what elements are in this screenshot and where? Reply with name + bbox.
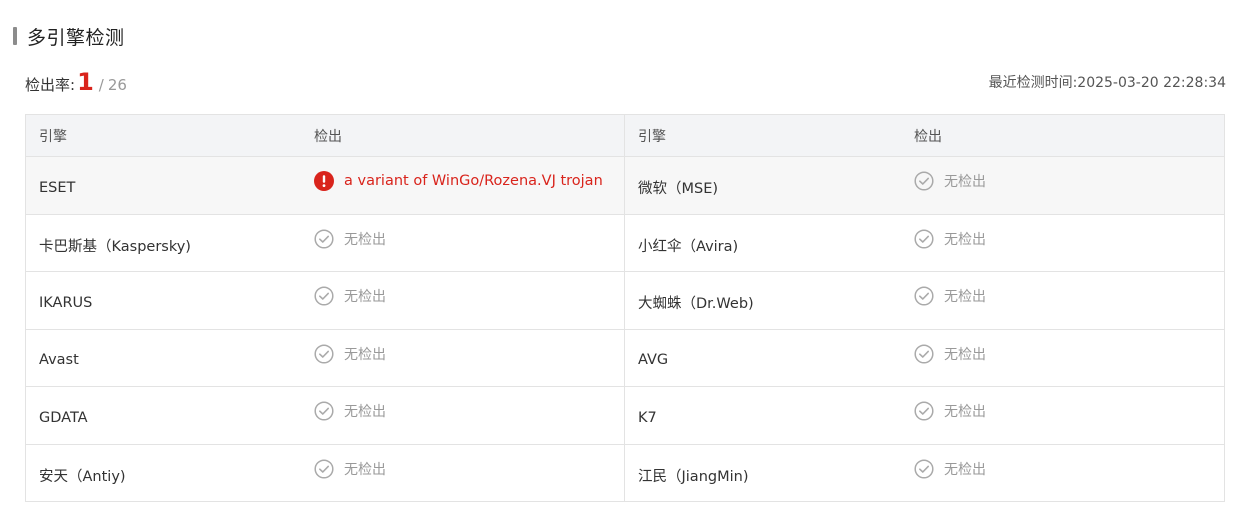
engine-result-cell: 无检出 <box>900 330 1224 387</box>
detection-result: 无检出 <box>914 229 986 249</box>
detection-result: 无检出 <box>914 171 986 191</box>
detection-rate-label: 检出率: <box>25 76 76 94</box>
no-detection-label: 无检出 <box>344 346 386 363</box>
check-circle-icon <box>314 286 334 306</box>
detection-rate: 检出率: 1 / 26 <box>25 68 127 100</box>
rate-separator: / <box>98 76 104 94</box>
check-circle-icon <box>314 401 334 421</box>
check-circle-icon <box>914 171 934 191</box>
detected-count: 1 <box>77 68 94 96</box>
no-detection-label: 无检出 <box>944 289 986 306</box>
engine-result-cell: 无检出 <box>900 387 1224 444</box>
check-circle-icon <box>314 459 334 479</box>
no-detection-label: 无检出 <box>944 174 986 191</box>
table-row: 卡巴斯基（Kaspersky) 无检出 小红伞（Avira) 无检出 <box>26 213 1224 272</box>
engine-result-cell: 无检出 <box>300 272 625 329</box>
engine-name: 安天（Antiy) <box>39 468 126 485</box>
check-circle-icon <box>914 401 934 421</box>
engine-result-cell: 无检出 <box>300 387 625 444</box>
alert-circle-icon <box>314 171 334 192</box>
engine-name: 微软（MSE) <box>638 181 719 198</box>
table-header-row: 引擎 检出 引擎 检出 <box>26 115 1224 156</box>
header-engine-right: 引擎 <box>638 128 666 145</box>
no-detection-label: 无检出 <box>344 404 386 421</box>
engine-name: ESET <box>39 179 76 196</box>
engine-result-cell: a variant of WinGo/Rozena.VJ trojan <box>300 157 625 214</box>
detection-result: 无检出 <box>314 286 386 306</box>
title-accent-bar <box>13 27 17 45</box>
detection-name: a variant of WinGo/Rozena.VJ trojan <box>344 173 603 190</box>
header-engine-left: 引擎 <box>39 128 67 145</box>
engine-result-cell: 无检出 <box>300 329 625 386</box>
engine-result-cell: 无检出 <box>900 272 1224 329</box>
header-result-left: 检出 <box>300 115 625 156</box>
engine-name: Avast <box>39 352 79 369</box>
check-circle-icon <box>914 286 934 306</box>
engine-name: 江民（JiangMin) <box>638 468 749 485</box>
check-circle-icon <box>914 459 934 479</box>
table-row: Avast 无检出 AVG 无检出 <box>26 328 1224 387</box>
header-result-right: 检出 <box>914 128 942 145</box>
table-row: GDATA 无检出 K7 无检出 <box>26 386 1224 444</box>
engine-name: 卡巴斯基（Kaspersky) <box>39 238 191 255</box>
page-title: 多引擎检测 <box>27 26 125 49</box>
engine-results-table: 引擎 检出 引擎 检出 ESET a variant of WinGo/Rozen… <box>25 114 1225 502</box>
engine-name: IKARUS <box>39 294 93 311</box>
engine-name: 大蜘蛛（Dr.Web) <box>638 296 754 313</box>
detection-result: 无检出 <box>914 344 986 364</box>
table-row: 安天（Antiy) 无检出 江民（JiangMin) 无检出 <box>26 443 1224 502</box>
engine-result-cell: 无检出 <box>300 444 625 501</box>
last-scan-label: 最近检测时间: <box>988 75 1078 91</box>
no-detection-label: 无检出 <box>944 346 986 363</box>
detection-result: 无检出 <box>314 459 386 479</box>
no-detection-label: 无检出 <box>344 231 386 248</box>
last-scan-time: 最近检测时间:2025-03-20 22:28:34 <box>989 72 1226 92</box>
no-detection-label: 无检出 <box>944 461 986 478</box>
detection-result: 无检出 <box>914 286 986 306</box>
detection-result: 无检出 <box>914 459 986 479</box>
engine-result-cell: 无检出 <box>300 214 625 271</box>
table-row: ESET a variant of WinGo/Rozena.VJ trojan 微… <box>26 156 1224 214</box>
detection-result: 无检出 <box>314 229 386 249</box>
engine-result-cell: 无检出 <box>900 157 1224 214</box>
engine-name: AVG <box>638 352 669 369</box>
no-detection-label: 无检出 <box>344 289 386 306</box>
check-circle-icon <box>914 229 934 249</box>
last-scan-value: 2025-03-20 22:28:34 <box>1077 75 1226 91</box>
check-circle-icon <box>314 229 334 249</box>
engine-name: GDATA <box>39 409 88 426</box>
check-circle-icon <box>314 344 334 364</box>
detection-result: 无检出 <box>914 401 986 421</box>
engine-result-cell: 无检出 <box>900 445 1224 502</box>
section-title: 多引擎检测 <box>13 24 125 49</box>
detection-result: 无检出 <box>314 344 386 364</box>
check-circle-icon <box>914 344 934 364</box>
table-row: IKARUS 无检出 大蜘蛛（Dr.Web) 无检出 <box>26 271 1224 329</box>
engine-name: K7 <box>638 409 657 426</box>
engine-result-cell: 无检出 <box>900 215 1224 272</box>
no-detection-label: 无检出 <box>344 461 386 478</box>
total-engines: 26 <box>107 76 127 94</box>
detection-result: 无检出 <box>314 401 386 421</box>
engine-name: 小红伞（Avira) <box>638 238 739 255</box>
detection-result: a variant of WinGo/Rozena.VJ trojan <box>314 171 603 192</box>
no-detection-label: 无检出 <box>944 231 986 248</box>
no-detection-label: 无检出 <box>944 404 986 421</box>
